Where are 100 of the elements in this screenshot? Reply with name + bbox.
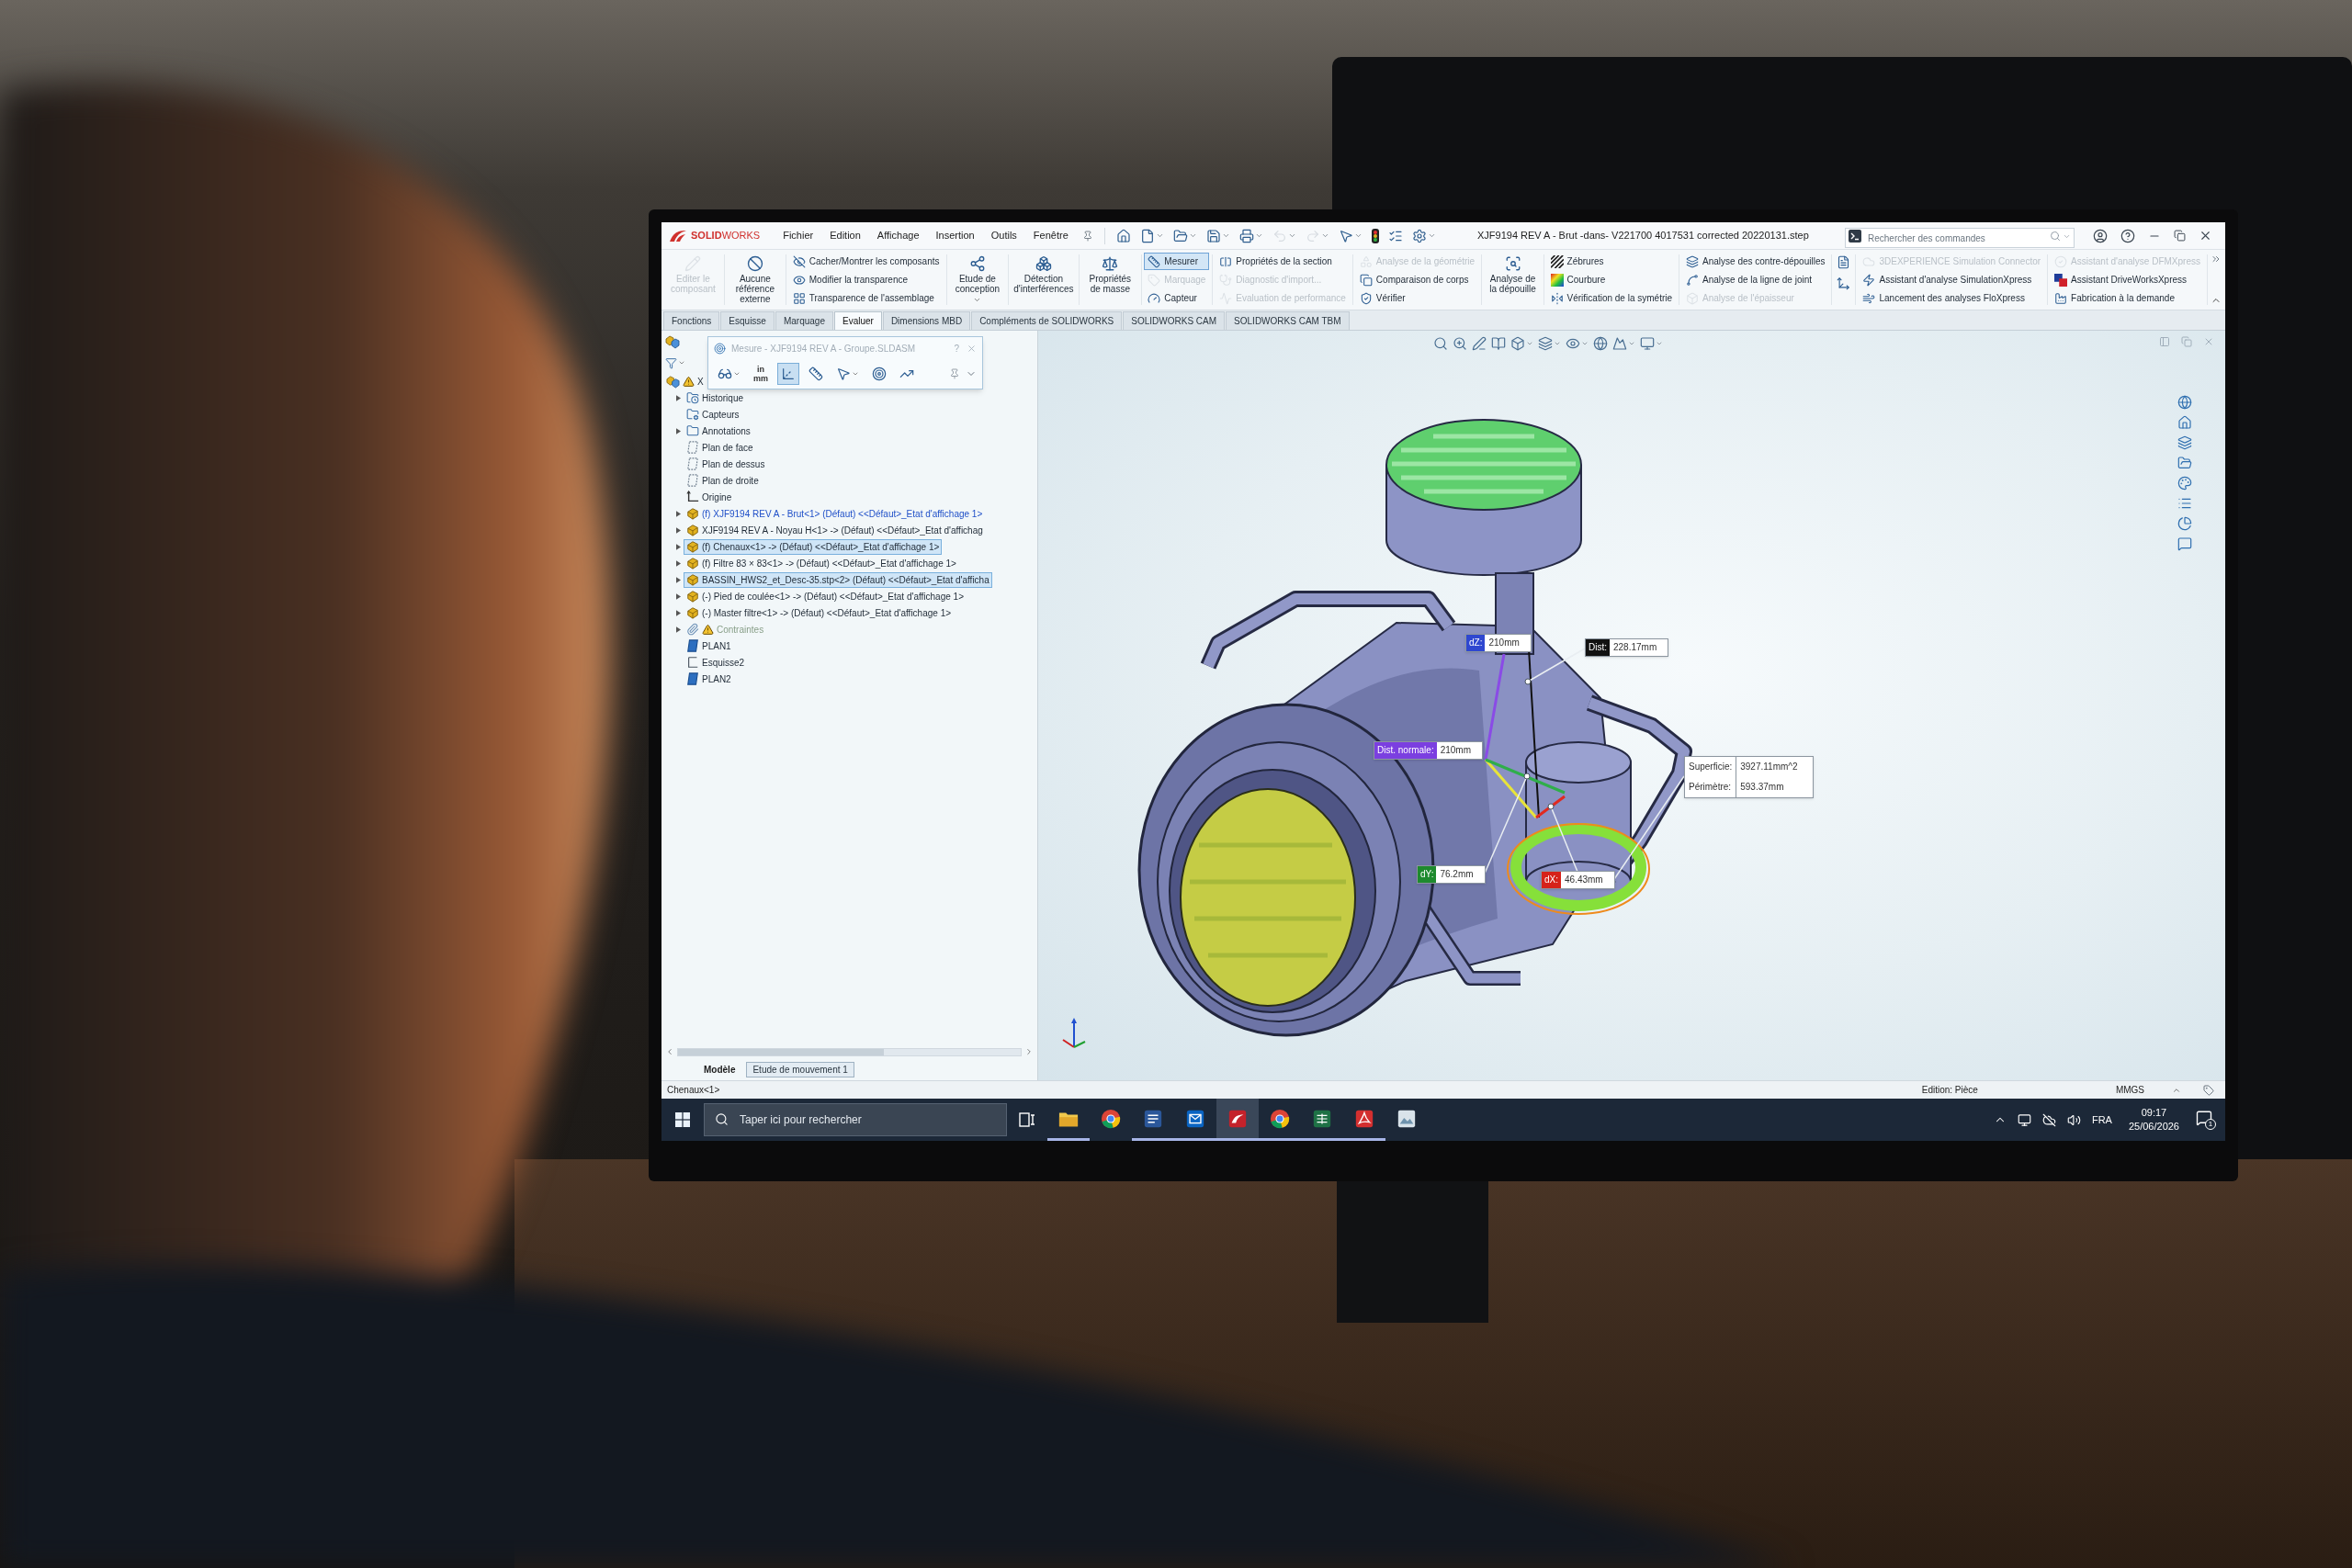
tree-item[interactable]: Plan de face — [684, 439, 756, 456]
pointer-icon[interactable] — [1338, 228, 1353, 243]
command-tab[interactable]: Esquisse — [720, 311, 775, 330]
list-icon[interactable] — [2177, 496, 2192, 511]
palette-icon[interactable] — [2177, 476, 2192, 491]
pen-icon[interactable] — [1472, 336, 1487, 351]
caret-icon[interactable] — [1254, 231, 1263, 240]
ribbon-button[interactable]: Propriétés de la section — [1216, 253, 1350, 270]
caret-icon[interactable] — [678, 359, 685, 367]
expand-arrow-icon[interactable] — [675, 427, 681, 434]
expand-arrow-icon[interactable] — [675, 592, 681, 600]
tree-item[interactable]: (f) Filtre 83 × 83<1> -> (Défaut) <<Défaut>_Etat d'affichage 1> — [684, 555, 959, 571]
ribbon-large-button[interactable]: Détection d'interférences — [1011, 252, 1076, 308]
caret-icon[interactable] — [1188, 231, 1197, 240]
command-tab[interactable]: Fonctions — [663, 311, 720, 330]
expand-arrow-icon[interactable] — [675, 559, 681, 567]
tree-item[interactable]: (f) Chenaux<1> -> (Défaut) <<Défaut>_Etat d'affichage 1> — [684, 538, 943, 555]
menu-item[interactable]: Fichier — [776, 225, 820, 246]
ribbon-large-button[interactable]: Etude de conception — [949, 252, 1006, 308]
pin-icon[interactable] — [949, 368, 960, 379]
zoom-in-icon[interactable] — [1453, 336, 1467, 351]
dialog-tool-button[interactable] — [777, 363, 799, 385]
ribbon-button[interactable]: Modifier la transparence — [788, 271, 944, 288]
globe-icon[interactable] — [2177, 395, 2192, 410]
help-icon[interactable] — [2120, 228, 2135, 243]
tree-item[interactable]: Annotations — [684, 423, 753, 439]
globe-icon[interactable] — [1593, 336, 1608, 351]
clock-time[interactable]: 09:17 — [2141, 1106, 2167, 1120]
expand-arrow-icon[interactable] — [675, 510, 681, 517]
tree-item[interactable]: (-) Pied de coulée<1> -> (Défaut) <<Défaut>_Etat d'affichage 1> — [684, 588, 967, 604]
restore-icon[interactable] — [2174, 230, 2186, 242]
layers-icon[interactable] — [2177, 435, 2192, 450]
folder-icon[interactable] — [2177, 456, 2192, 470]
clock-date[interactable]: 25/06/2026 — [2128, 1120, 2179, 1134]
chevron-left-icon[interactable] — [665, 1047, 674, 1056]
file-icon[interactable] — [1139, 228, 1155, 243]
bottom-tab[interactable]: Modèle — [698, 1061, 741, 1077]
command-search-field[interactable]: Rechercher des commandes — [1845, 228, 2075, 248]
ribbon-button[interactable]: Mesurer — [1144, 253, 1210, 270]
caret-icon[interactable] — [1526, 340, 1533, 347]
tree-item[interactable]: PLAN2 — [684, 671, 734, 687]
caret-icon[interactable] — [1581, 340, 1589, 347]
tree-item[interactable]: Historique — [684, 389, 747, 406]
close-icon[interactable] — [2199, 229, 2212, 243]
tree-item[interactable]: XJF9194 REV A - Noyau H<1> -> (Défaut) <<Défaut>_Etat d'affichag — [684, 522, 986, 538]
filter-icon[interactable] — [665, 356, 677, 369]
tree-item[interactable]: PLAN1 — [684, 637, 734, 654]
ribbon-button[interactable]: Courbure — [1546, 271, 1677, 288]
message-icon[interactable] — [2177, 536, 2192, 551]
menu-item[interactable]: Affichage — [870, 225, 926, 246]
tree-item[interactable]: Capteurs — [684, 406, 742, 423]
cloud-off-icon[interactable] — [2041, 1112, 2056, 1127]
caret-icon[interactable] — [1427, 231, 1436, 240]
ribbon-button[interactable]: Transparence de l'assemblage — [788, 289, 944, 307]
settings-icon[interactable] — [1411, 228, 1427, 243]
tree-item[interactable]: X — [665, 373, 705, 389]
menu-item[interactable]: Outils — [984, 225, 1023, 246]
ribbon-large-button[interactable]: Aucune référence externe — [727, 252, 784, 308]
horizontal-scrollbar[interactable] — [677, 1047, 1022, 1056]
ribbon-button[interactable]: Analyse des contre-dépouilles — [1682, 253, 1829, 270]
caret-icon[interactable] — [1221, 231, 1230, 240]
ribbon-button[interactable]: Vérifier — [1355, 289, 1479, 307]
double-chevron-icon[interactable] — [2210, 254, 2222, 265]
language-indicator[interactable]: FRA — [2091, 1111, 2112, 1128]
pin-icon[interactable] — [1081, 230, 1093, 242]
volume-icon[interactable] — [2066, 1112, 2081, 1127]
ribbon-button[interactable]: Lancement des analyses FloXpress — [1859, 289, 2045, 307]
ribbon-large-button[interactable]: Propriétés de masse — [1081, 252, 1138, 308]
home-icon[interactable] — [1115, 228, 1131, 243]
search-icon[interactable] — [1433, 336, 1448, 351]
caret-icon[interactable] — [1353, 231, 1363, 240]
tree-item[interactable]: (-) Master filtre<1> -> (Défaut) <<Défaut>_Etat d'affichage 1> — [684, 604, 955, 621]
home-icon[interactable] — [2177, 415, 2192, 430]
tag-icon[interactable] — [2203, 1084, 2214, 1096]
command-tab[interactable]: Marquage — [775, 311, 833, 330]
expand-arrow-icon[interactable] — [675, 609, 681, 616]
caret-icon[interactable] — [1554, 340, 1561, 347]
expand-arrow-icon[interactable] — [675, 626, 681, 633]
ribbon-button[interactable]: Assistant DriveWorksXpress — [2051, 271, 2204, 288]
printer-icon[interactable] — [1238, 228, 1254, 243]
ribbon-button[interactable]: Assistant d'analyse SimulationXpress — [1859, 271, 2045, 288]
menu-item[interactable]: Edition — [823, 225, 867, 246]
ribbon-large-button[interactable]: Analyse de la dépouille — [1485, 252, 1542, 308]
traffic-light-icon[interactable] — [1371, 228, 1379, 243]
tree-item[interactable]: BASSIN_HWS2_et_Desc-35.stp<2> (Défaut) <<Défaut>_Etat d'afficha — [684, 571, 992, 588]
assembly-icon[interactable] — [665, 334, 680, 349]
tree-item[interactable]: (f) XJF9194 REV A - Brut<1> (Défaut) <<Défaut>_Etat d'affichage 1> — [684, 505, 986, 522]
bottom-tab[interactable]: Etude de mouvement 1 — [746, 1061, 854, 1077]
tree-item[interactable]: Origine — [684, 489, 735, 505]
caret-icon[interactable] — [1155, 231, 1164, 240]
tree-item[interactable]: Plan de droite — [684, 472, 762, 489]
ribbon-button[interactable]: Fabrication à la demande — [2051, 289, 2204, 307]
caret-icon[interactable] — [1320, 231, 1329, 240]
command-tab[interactable]: Dimensions MBD — [882, 311, 971, 330]
expand-arrow-icon[interactable] — [675, 576, 681, 583]
eye-icon[interactable] — [1566, 336, 1580, 351]
unit-system-status[interactable]: MMGS — [2115, 1083, 2144, 1097]
caret-icon[interactable] — [973, 296, 982, 304]
mountain-icon[interactable] — [1612, 336, 1627, 351]
ribbon-button[interactable]: Cacher/Montrer les composants — [788, 253, 944, 270]
